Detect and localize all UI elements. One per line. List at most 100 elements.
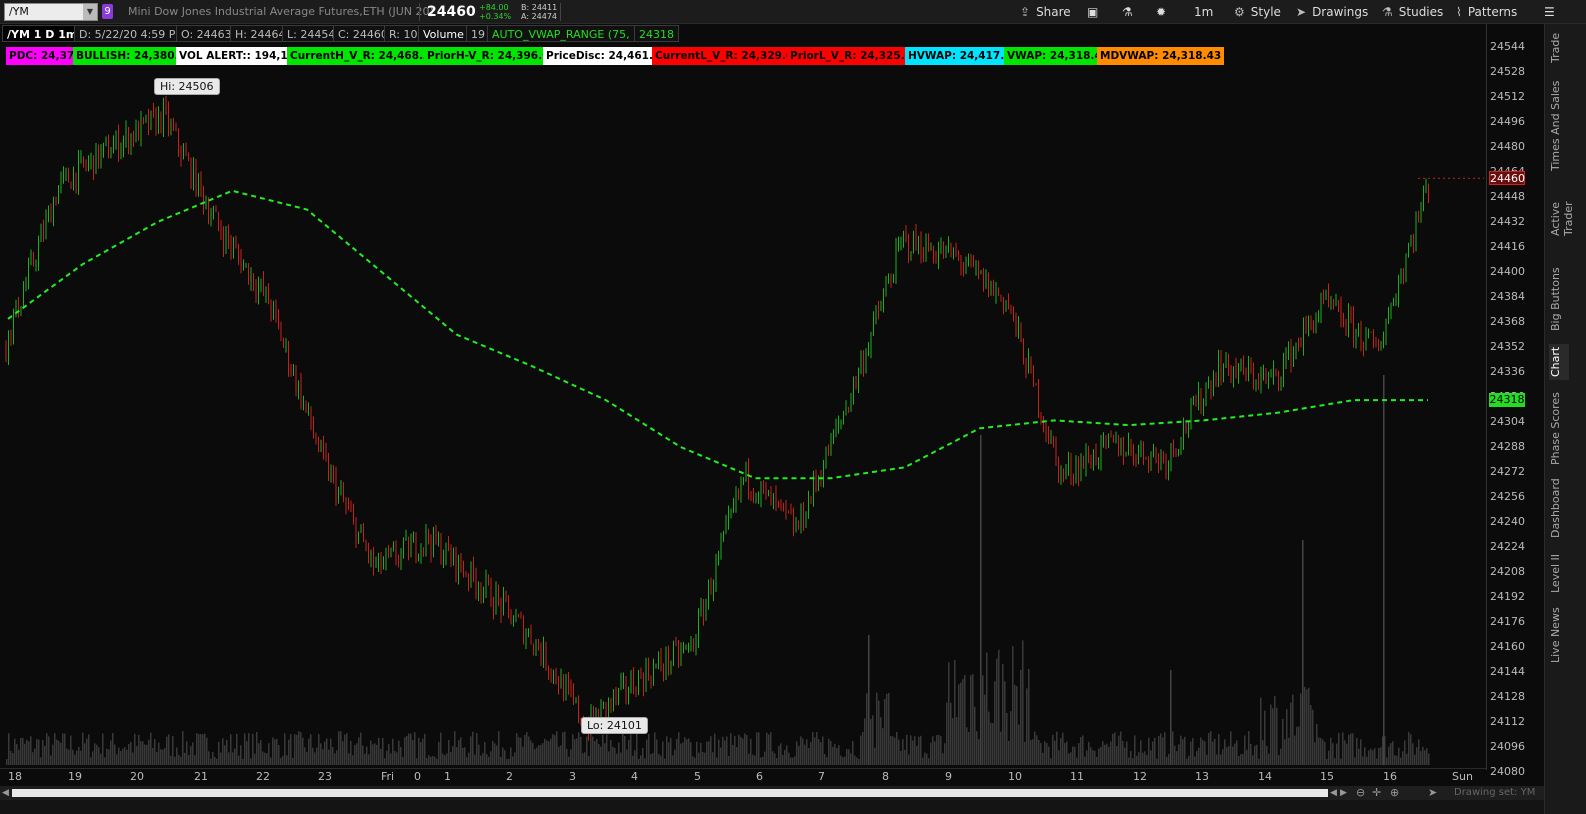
volume-bar <box>800 736 802 765</box>
volume-bar <box>992 723 994 765</box>
volume-bar <box>424 733 426 765</box>
cursor-icon[interactable]: ➤ <box>1428 786 1437 800</box>
volume-bar <box>642 747 644 765</box>
menu-button[interactable]: ☰ <box>1540 0 1559 24</box>
volume-bar <box>1332 743 1334 765</box>
volume-bar <box>358 737 360 765</box>
volume-bar <box>1148 737 1150 765</box>
volume-bar <box>1422 746 1424 765</box>
volume-bar <box>304 747 306 765</box>
volume-bar <box>1186 758 1188 765</box>
volume-bar <box>1226 747 1228 765</box>
volume-bar <box>598 743 600 765</box>
volume-bar <box>114 744 116 765</box>
volume-bar <box>1334 758 1336 765</box>
volume-bar <box>1204 741 1206 765</box>
volume-bar <box>754 755 756 765</box>
price-tick: 24304 <box>1490 415 1525 428</box>
volume-bar <box>966 727 968 765</box>
sidebar-tab-active-trader[interactable]: Active Trader <box>1549 184 1575 254</box>
sidebar-tab-dashboard[interactable]: Dashboard <box>1549 476 1569 540</box>
volume-bar <box>1026 688 1028 765</box>
sidebar-tab-level-ii[interactable]: Level II <box>1549 550 1569 596</box>
volume-bar <box>264 752 266 765</box>
horizontal-scrollbar[interactable]: ◀ ◀ ▶ ⊖ ✛ ⊕ ➤ Drawing set: YM <box>0 786 1544 800</box>
volume-bar <box>262 751 264 765</box>
time-tick: 8 <box>882 770 889 783</box>
price-chart[interactable] <box>0 0 1486 768</box>
volume-bar <box>258 743 260 765</box>
scroll-left-icon[interactable]: ◀ <box>2 786 9 800</box>
volume-bar <box>498 731 500 765</box>
volume-bar <box>806 739 808 765</box>
volume-spike <box>1170 670 1172 765</box>
sidebar-tab-times-and-sales[interactable]: Times And Sales <box>1549 72 1569 180</box>
volume-bar <box>1108 746 1110 765</box>
volume-bar <box>788 752 790 765</box>
price-tick: 24336 <box>1490 365 1525 378</box>
crosshair-icon[interactable]: ✛ <box>1372 786 1381 800</box>
volume-bar <box>864 718 866 765</box>
scroll-left-icon[interactable]: ◀ <box>1330 786 1337 800</box>
price-tick: 24416 <box>1490 240 1525 253</box>
scroll-right-icon[interactable]: ▶ <box>1340 786 1347 800</box>
volume-bar <box>698 752 700 765</box>
volume-bar <box>552 734 554 765</box>
volume-bar <box>660 755 662 765</box>
sidebar-tab-trade[interactable]: Trade <box>1549 30 1569 66</box>
volume-bar <box>482 753 484 765</box>
volume-bar <box>996 658 998 765</box>
volume-bar <box>404 737 406 765</box>
volume-bar <box>364 753 366 765</box>
volume-bar <box>350 740 352 765</box>
volume-spike <box>868 635 870 765</box>
volume-bar <box>668 742 670 765</box>
volume-bar <box>132 752 134 765</box>
volume-bar <box>1182 739 1184 765</box>
volume-bar <box>1122 740 1124 765</box>
volume-bar <box>960 682 962 765</box>
sidebar-tab-live-news[interactable]: Live News <box>1549 606 1569 664</box>
price-tick: 24480 <box>1490 140 1525 153</box>
volume-bar <box>824 754 826 765</box>
volume-bar <box>1426 748 1428 765</box>
volume-bar <box>1344 740 1346 765</box>
zoom-in-icon[interactable]: ⊕ <box>1390 786 1399 800</box>
volume-bar <box>682 742 684 765</box>
volume-bar <box>1358 748 1360 765</box>
volume-bar <box>1082 735 1084 765</box>
drawing-set-label[interactable]: Drawing set: YM <box>1454 786 1535 800</box>
volume-bar <box>1232 746 1234 765</box>
time-axis[interactable]: 18 19 20 21 22 23 Fri 0 1 2 3 4 5 6 7 8 9 10 11 12 13 14 15 16 S… <box>0 768 1486 786</box>
volume-bar <box>1118 735 1120 765</box>
volume-bar <box>40 757 42 765</box>
volume-bar <box>448 740 450 765</box>
time-tick: 5 <box>694 770 701 783</box>
volume-bar <box>352 755 354 765</box>
volume-bar <box>376 744 378 765</box>
volume-bar <box>914 736 916 765</box>
volume-bar <box>212 752 214 765</box>
price-tick: 24112 <box>1490 715 1525 728</box>
volume-bar <box>946 702 948 765</box>
volume-bar <box>330 738 332 765</box>
volume-bar <box>568 756 570 765</box>
scroll-thumb[interactable] <box>12 789 1328 797</box>
volume-bar <box>76 750 78 765</box>
price-axis[interactable]: 2454424528245122449624480244642444824432… <box>1486 24 1544 803</box>
sidebar-tab-big-buttons[interactable]: Big Buttons <box>1549 264 1569 334</box>
zoom-out-icon[interactable]: ⊖ <box>1356 786 1365 800</box>
volume-bar <box>166 736 168 765</box>
volume-bar <box>1368 750 1370 765</box>
volume-bar <box>780 743 782 765</box>
volume-bar <box>580 736 582 765</box>
volume-bar <box>64 733 66 765</box>
volume-bar <box>1098 748 1100 765</box>
sidebar-tab-phase-scores[interactable]: Phase Scores <box>1549 390 1569 468</box>
sidebar-tab-chart[interactable]: Chart <box>1549 344 1569 380</box>
volume-bar <box>1140 740 1142 765</box>
volume-bar <box>648 733 650 765</box>
chart-window: /YM ▼ 9 Mini Dow Jones Industrial Averag… <box>0 0 1586 814</box>
volume-bar <box>1420 751 1422 765</box>
volume-bar <box>30 736 32 765</box>
